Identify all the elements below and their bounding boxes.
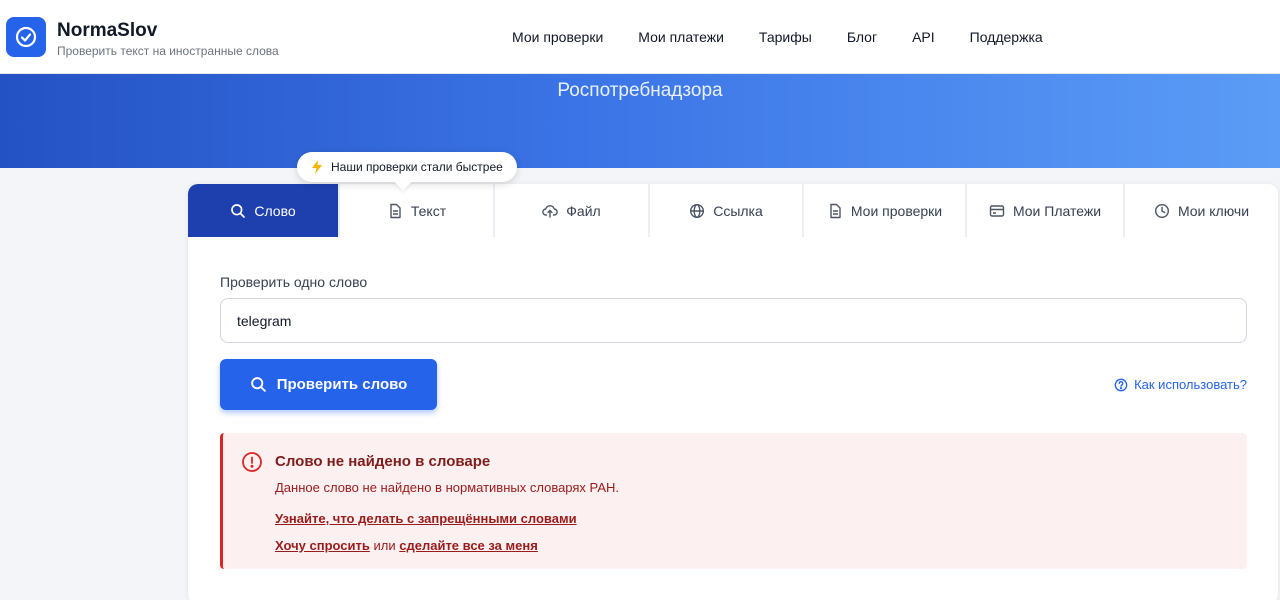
or-text: или bbox=[373, 538, 396, 553]
check-circle-icon bbox=[15, 26, 37, 48]
tab-label: Мои Платежи bbox=[1012, 202, 1102, 219]
hero-subtitle: Роспотребнадзора bbox=[557, 80, 723, 101]
document-icon bbox=[390, 203, 401, 218]
nav-support[interactable]: Поддержка bbox=[970, 29, 1043, 45]
how-to-use-link[interactable]: Как использовать? bbox=[1114, 377, 1247, 392]
tab-link[interactable]: Ссылка bbox=[650, 184, 804, 237]
lightning-icon bbox=[312, 160, 322, 174]
credit-card-icon bbox=[989, 204, 1005, 217]
check-word-button-label: Проверить слово bbox=[276, 376, 408, 393]
site-header: NormaSlov Проверить текст на иностранные… bbox=[0, 0, 1280, 74]
tab-bar: Слово Текст Файл Ссылка Мои проверки Мои… bbox=[188, 184, 1278, 237]
help-circle-icon bbox=[1114, 378, 1128, 391]
tab-my-checks[interactable]: Мои проверки bbox=[804, 184, 967, 237]
ask-question-link[interactable]: Хочу спросить bbox=[275, 538, 370, 553]
tab-label: Файл bbox=[566, 202, 601, 219]
check-word-button[interactable]: Проверить слово bbox=[220, 359, 437, 410]
nav-tariffs[interactable]: Тарифы bbox=[759, 29, 812, 45]
alert-circle-icon bbox=[242, 452, 262, 472]
tab-my-payments[interactable]: Мои Платежи bbox=[967, 184, 1125, 237]
forbidden-words-link[interactable]: Узнайте, что делать с запрещёнными слова… bbox=[275, 511, 577, 526]
tooltip-text: Наши проверки стали быстрее bbox=[331, 160, 503, 174]
checker-card: Слово Текст Файл Ссылка Мои проверки Мои… bbox=[188, 184, 1278, 600]
nav-my-checks[interactable]: Мои проверки bbox=[512, 29, 603, 45]
document-icon bbox=[830, 203, 841, 218]
brand-subtitle: Проверить текст на иностранные слова bbox=[57, 44, 279, 58]
alert-actions: Хочу спросить или сделайте все за меня bbox=[275, 538, 538, 553]
globe-icon bbox=[690, 203, 705, 218]
nav-api[interactable]: API bbox=[912, 29, 935, 45]
search-icon bbox=[231, 203, 246, 218]
brand-name[interactable]: NormaSlov bbox=[57, 20, 157, 42]
nav-blog[interactable]: Блог bbox=[847, 29, 877, 45]
do-it-for-me-link[interactable]: сделайте все за меня bbox=[399, 538, 538, 553]
word-input[interactable] bbox=[220, 298, 1247, 343]
speed-tooltip: Наши проверки стали быстрее bbox=[297, 152, 517, 182]
tab-label: Мои проверки bbox=[850, 202, 943, 219]
tab-label: Мои ключи bbox=[1177, 202, 1250, 219]
tab-file[interactable]: Файл bbox=[495, 184, 650, 237]
upload-cloud-icon bbox=[542, 204, 559, 218]
word-field-label: Проверить одно слово bbox=[220, 274, 368, 290]
logo[interactable] bbox=[6, 17, 46, 57]
tab-label: Текст bbox=[410, 202, 447, 219]
search-icon bbox=[250, 377, 266, 392]
hero-banner: Роспотребнадзора bbox=[0, 74, 1280, 168]
tab-label: Слово bbox=[254, 202, 296, 219]
error-alert: Слово не найдено в словаре Данное слово … bbox=[220, 433, 1247, 569]
tab-word[interactable]: Слово bbox=[188, 184, 340, 237]
alert-title: Слово не найдено в словаре bbox=[275, 453, 491, 470]
alert-description: Данное слово не найдено в нормативных сл… bbox=[275, 480, 620, 495]
how-to-use-label: Как использовать? bbox=[1134, 377, 1247, 392]
tab-text[interactable]: Текст bbox=[340, 184, 495, 237]
tab-my-keys[interactable]: Мои ключи bbox=[1125, 184, 1278, 237]
nav-my-payments[interactable]: Мои платежи bbox=[638, 29, 724, 45]
clock-icon bbox=[1154, 203, 1169, 218]
tab-label: Ссылка bbox=[713, 202, 763, 219]
main-nav: Мои проверки Мои платежи Тарифы Блог API… bbox=[512, 29, 1078, 45]
